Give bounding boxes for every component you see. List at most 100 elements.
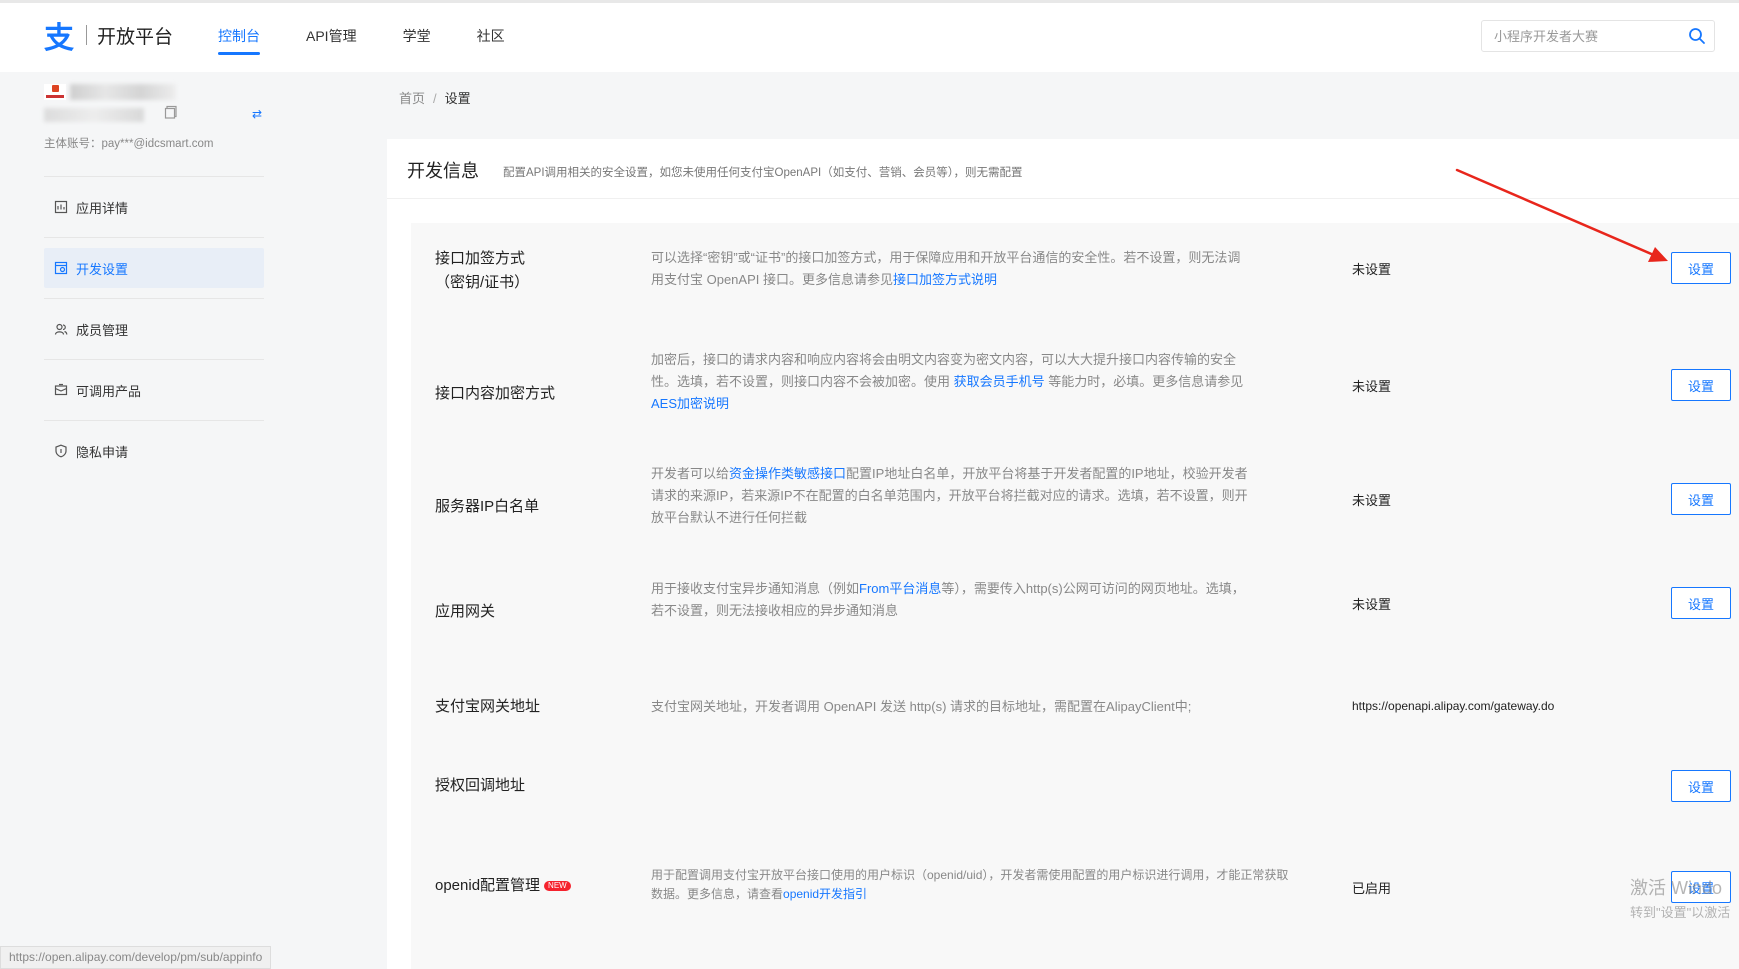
gateway-url: https://openapi.alipay.com/gateway.do	[1352, 699, 1555, 713]
row-description: 可以选择“密钥”或“证书”的接口加签方式，用于保障应用和开放平台通信的安全性。若…	[651, 247, 1291, 291]
sidebar-item-label: 可调用产品	[76, 383, 142, 399]
desc-text: 数据。更多信息，请查看	[651, 887, 784, 901]
sidebar: ⇄ 主体账号：pay***@idcsmart.com 应用详情 开发设置 成员管…	[0, 72, 280, 969]
sidebar-divider	[44, 420, 264, 421]
panel-header: 开发信息 配置API调用相关的安全设置，如您未使用任何支付宝OpenAPI（如支…	[387, 139, 1739, 199]
members-icon	[54, 323, 68, 335]
desc-line: 用于配置调用支付宝开放平台接口使用的用户标识（openid/uid），开发者需使…	[651, 868, 1289, 882]
row-ip-whitelist: 服务器IP白名单 开发者可以给资金操作类敏感接口配置IP地址白名单，开放平台将基…	[411, 453, 1739, 568]
aes-doc-link[interactable]: AES加密说明	[651, 396, 729, 411]
settings-list: 接口加签方式 （密钥/证书） 可以选择“密钥”或“证书”的接口加签方式，用于保障…	[411, 223, 1739, 969]
sidebar-item-label: 成员管理	[76, 322, 129, 338]
desc-line: 加密后，接口的请求内容和响应内容将会由明文内容变为密文内容，可以大大提升接口内容…	[651, 352, 1237, 367]
row-title: 接口加签方式 （密钥/证书）	[435, 247, 529, 295]
sidebar-item-label: 开发设置	[76, 261, 129, 277]
redacted-account-name	[70, 84, 176, 100]
alipay-logo[interactable]: 支 开放平台	[42, 20, 174, 56]
desc-line: 用于接收支付宝异步通知消息（例如From平台消息等），需要传入http(s)公网…	[651, 578, 1291, 600]
privacy-shield-icon	[55, 444, 67, 458]
desc-line: 若不设置，则无法接收相应的异步通知消息	[651, 603, 899, 618]
row-title: 接口内容加密方式	[435, 385, 556, 402]
panel-title: 开发信息	[407, 161, 479, 181]
row-description: 支付宝网关地址，开发者调用 OpenAPI 发送 http(s) 请求的目标地址…	[651, 699, 1192, 714]
nav-community[interactable]: 社区	[477, 0, 505, 72]
sidebar-item-app-detail[interactable]: 应用详情	[44, 187, 264, 227]
row-description: 加密后，接口的请求内容和响应内容将会由明文内容变为密文内容，可以大大提升接口内容…	[651, 349, 1291, 415]
desc-text: 用于接收支付宝异步通知消息（例如	[651, 581, 860, 596]
switch-account-icon[interactable]: ⇄	[252, 107, 262, 121]
nav-academy[interactable]: 学堂	[403, 0, 431, 72]
set-auth-callback-button[interactable]: 设置	[1671, 770, 1731, 802]
desc-line: AES加密说明	[651, 393, 1291, 415]
nav-console[interactable]: 控制台	[218, 0, 260, 72]
merchant-logo	[44, 84, 66, 100]
sidebar-item-label: 应用详情	[76, 200, 129, 216]
desc-line: 可以选择“密钥”或“证书”的接口加签方式，用于保障应用和开放平台通信的安全性。若…	[651, 250, 1241, 265]
row-title-text: openid配置管理	[435, 877, 541, 894]
row-status: 已启用	[1352, 881, 1392, 896]
products-icon	[54, 383, 68, 396]
desc-line: 用支付宝 OpenAPI 接口。更多信息请参见接口加签方式说明	[651, 269, 1291, 291]
set-ip-whitelist-button[interactable]: 设置	[1671, 483, 1731, 515]
set-app-gateway-button[interactable]: 设置	[1671, 587, 1731, 619]
from-platform-message-link[interactable]: From平台消息	[859, 581, 941, 596]
row-title: 应用网关	[435, 603, 496, 620]
row-title: 授权回调地址	[435, 777, 526, 794]
copy-icon[interactable]	[164, 105, 178, 119]
desc-text: 开发者可以给	[651, 466, 730, 481]
desc-line: 性。选填，若不设置，则接口内容不会被加密。使用 获取会员手机号 等能力时，必填。…	[651, 371, 1291, 393]
dev-settings-icon	[54, 261, 68, 275]
row-description: 开发者可以给资金操作类敏感接口配置IP地址白名单，开放平台将基于开发者配置的IP…	[651, 463, 1291, 529]
sidebar-item-privacy[interactable]: 隐私申请	[44, 431, 264, 471]
row-description: 用于接收支付宝异步通知消息（例如From平台消息等），需要传入http(s)公网…	[651, 578, 1291, 622]
desc-line: 数据。更多信息，请查看openid开发指引	[651, 885, 1311, 904]
sidebar-item-dev-settings[interactable]: 开发设置	[44, 248, 264, 288]
breadcrumb-home[interactable]: 首页	[399, 91, 425, 106]
desc-text: 等能力时，必填。更多信息请参见	[1044, 374, 1244, 389]
desc-line: 开发者可以给资金操作类敏感接口配置IP地址白名单，开放平台将基于开发者配置的IP…	[651, 463, 1291, 485]
sidebar-item-products[interactable]: 可调用产品	[44, 370, 264, 410]
windows-activation-watermark: 激活 Windo	[1630, 878, 1723, 898]
row-description: 用于配置调用支付宝开放平台接口使用的用户标识（openid/uid），开发者需使…	[651, 866, 1311, 904]
set-sign-method-button[interactable]: 设置	[1671, 252, 1731, 284]
breadcrumb-current: 设置	[444, 91, 471, 106]
search-input[interactable]	[1482, 21, 1672, 51]
desc-line: 请求的来源IP，若来源IP不在配置的白名单范围内，开放平台将拦截对应的请求。选填…	[651, 488, 1248, 503]
row-status: 未设置	[1352, 493, 1392, 508]
browser-status-url: https://open.alipay.com/develop/pm/sub/a…	[0, 946, 272, 969]
desc-text: 用支付宝 OpenAPI 接口。更多信息请参见	[651, 272, 893, 287]
sidebar-item-members[interactable]: 成员管理	[44, 309, 264, 349]
desc-text: 性。选填，若不设置，则接口内容不会被加密。使用	[651, 374, 954, 389]
logo-text: 开放平台	[97, 26, 174, 48]
dev-info-panel: 开发信息 配置API调用相关的安全设置，如您未使用任何支付宝OpenAPI（如支…	[387, 139, 1739, 969]
row-status: 未设置	[1352, 597, 1392, 612]
row-openid-config: openid配置管理 NEW 用于配置调用支付宝开放平台接口使用的用户标识（ope…	[411, 848, 1739, 969]
row-title-line: （密钥/证书）	[435, 274, 530, 291]
row-auth-callback: 授权回调地址 设置	[411, 748, 1739, 848]
row-alipay-gateway: 支付宝网关地址 支付宝网关地址，开发者调用 OpenAPI 发送 http(s)…	[411, 668, 1739, 748]
row-sign-method: 接口加签方式 （密钥/证书） 可以选择“密钥”或“证书”的接口加签方式，用于保障…	[411, 223, 1739, 333]
row-status: 未设置	[1352, 379, 1392, 394]
search-box	[1481, 20, 1715, 52]
row-title: 支付宝网关地址	[435, 698, 541, 715]
search-icon[interactable]	[1688, 27, 1706, 45]
sign-method-doc-link[interactable]: 接口加签方式说明	[893, 272, 997, 287]
nav-api-management[interactable]: API管理	[306, 0, 357, 72]
desc-line: 放平台默认不进行任何拦截	[651, 510, 808, 525]
logo-divider	[86, 25, 87, 45]
new-badge: NEW	[544, 881, 571, 892]
get-member-phone-link[interactable]: 获取会员手机号	[954, 374, 1045, 389]
sensitive-api-link[interactable]: 资金操作类敏感接口	[729, 466, 846, 481]
windows-activation-hint: 转到"设置"以激活	[1630, 905, 1731, 920]
sidebar-divider	[44, 176, 264, 177]
row-app-gateway: 应用网关 用于接收支付宝异步通知消息（例如From平台消息等），需要传入http…	[411, 568, 1739, 668]
app-detail-icon	[54, 200, 68, 214]
desc-text: 等），需要传入http(s)公网可访问的网页地址。选填，	[941, 581, 1245, 596]
desc-text: 配置IP地址白名单，开放平台将基于开发者配置的IP地址，校验开发者	[846, 466, 1248, 481]
row-title-line: 接口加签方式	[435, 250, 526, 267]
row-status: 未设置	[1352, 262, 1392, 277]
row-title: 服务器IP白名单	[435, 498, 540, 515]
openid-guide-link[interactable]: openid开发指引	[783, 887, 867, 901]
set-content-encryption-button[interactable]: 设置	[1671, 369, 1731, 401]
redacted-app-id	[44, 108, 144, 122]
